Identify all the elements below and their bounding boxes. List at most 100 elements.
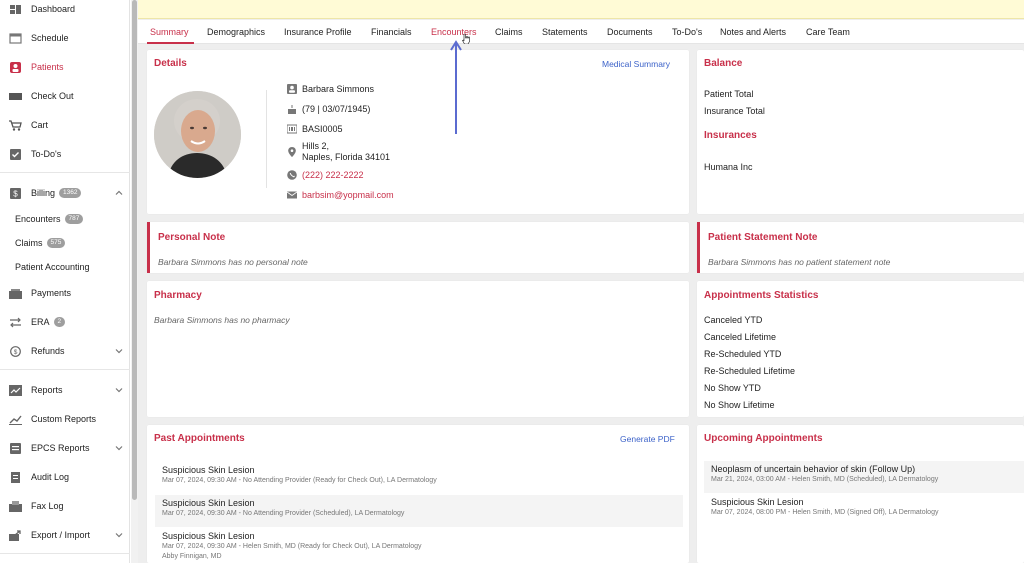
appointment-item[interactable]: Suspicious Skin Lesion Mar 07, 2024, 09:… <box>155 495 683 527</box>
active-tab-indicator <box>147 42 194 44</box>
tab-summary[interactable]: Summary <box>150 27 189 37</box>
sidebar-subitem-encounters[interactable]: Encounters 787 <box>0 209 130 229</box>
appointment-detail: Mar 07, 2024, 09:30 AM - No Attending Pr… <box>162 510 405 517</box>
tab-care-team[interactable]: Care Team <box>806 27 850 37</box>
tab-insurance-profile[interactable]: Insurance Profile <box>284 27 352 37</box>
svg-text:$: $ <box>13 189 18 198</box>
sidebar-item-audit-log[interactable]: Audit Log <box>0 466 130 488</box>
main-content: Summary Demographics Insurance Profile F… <box>138 0 1024 563</box>
sidebar-item-label: Payments <box>31 288 72 298</box>
tab-todos[interactable]: To-Do's <box>672 27 702 37</box>
insurance-total-label: Insurance Total <box>704 106 765 116</box>
sidebar-subitem-claims[interactable]: Claims 575 <box>0 233 130 253</box>
pharmacy-card: Pharmacy Barbara Simmons has no pharmacy <box>147 281 689 417</box>
dashboard-icon <box>9 4 22 15</box>
sidebar-item-label: Encounters <box>15 214 61 224</box>
tab-demographics[interactable]: Demographics <box>207 27 265 37</box>
hand-cursor-icon <box>462 34 470 44</box>
upcoming-appointments-card: Upcoming Appointments Neoplasm of uncert… <box>697 425 1024 563</box>
sidebar-item-billing[interactable]: $ Billing 1362 <box>0 182 130 204</box>
tab-statements[interactable]: Statements <box>542 27 588 37</box>
appointment-stats-card: Appointments Statistics Canceled YTD Can… <box>697 281 1024 417</box>
transfer-icon <box>9 317 22 328</box>
sidebar-item-label: Fax Log <box>31 501 64 511</box>
sidebar-item-schedule[interactable]: Schedule <box>0 27 130 49</box>
audit-icon <box>9 471 22 483</box>
appointment-item[interactable]: Neoplasm of uncertain behavior of skin (… <box>704 461 1024 493</box>
stat-row: Re-Scheduled YTD <box>704 349 782 359</box>
chevron-down-icon[interactable] <box>115 444 123 452</box>
upcoming-appointments-title: Upcoming Appointments <box>704 433 823 444</box>
appointment-title: Neoplasm of uncertain behavior of skin (… <box>711 464 916 474</box>
sidebar-item-check-out[interactable]: Check Out <box>0 85 130 107</box>
sidebar-item-label: Schedule <box>31 33 69 43</box>
sidebar-item-label: Refunds <box>31 346 65 356</box>
patient-name: Barbara Simmons <box>302 84 375 94</box>
sidebar-item-custom-reports[interactable]: Custom Reports <box>0 408 130 430</box>
appointment-title: Suspicious Skin Lesion <box>162 498 255 508</box>
sidebar-item-reports[interactable]: Reports <box>0 379 130 401</box>
patient-chart-id: BASI0005 <box>302 124 343 134</box>
divider <box>0 553 130 554</box>
details-title: Details <box>154 58 187 69</box>
count-badge: 2 <box>53 317 66 327</box>
scrollbar-thumb[interactable] <box>132 0 137 500</box>
tab-documents[interactable]: Documents <box>607 27 653 37</box>
sidebar-item-dashboard[interactable]: Dashboard <box>0 0 130 20</box>
patient-total-label: Patient Total <box>704 89 754 99</box>
sidebar-item-cart[interactable]: Cart <box>0 114 130 136</box>
chevron-down-icon[interactable] <box>115 531 123 539</box>
sidebar-item-era[interactable]: ERA 2 <box>0 311 130 333</box>
sidebar-item-fax-log[interactable]: Fax Log <box>0 495 130 517</box>
insurances-title: Insurances <box>704 130 757 141</box>
count-badge: 575 <box>46 238 66 248</box>
tab-claims[interactable]: Claims <box>495 27 523 37</box>
chevron-down-icon[interactable] <box>115 386 123 394</box>
sidebar-item-epcs-reports[interactable]: EPCS Reports <box>0 437 130 459</box>
pharmacy-title: Pharmacy <box>154 290 202 301</box>
appointment-item[interactable]: Suspicious Skin Lesion Mar 07, 2024, 08:… <box>704 494 1024 526</box>
appointment-item[interactable]: Suspicious Skin Lesion Mar 07, 2024, 09:… <box>155 462 683 494</box>
statement-note-title: Patient Statement Note <box>708 232 818 243</box>
cake-icon <box>287 104 298 114</box>
sidebar-item-label: Check Out <box>31 91 74 101</box>
patient-address-line1: Hills 2, <box>302 141 330 151</box>
pharmacy-text: Barbara Simmons has no pharmacy <box>154 315 290 325</box>
appointment-item[interactable]: Suspicious Skin Lesion Mar 07, 2024, 09:… <box>155 528 683 560</box>
sidebar-subitem-patient-accounting[interactable]: Patient Accounting <box>0 257 130 277</box>
chevron-down-icon[interactable] <box>115 347 123 355</box>
appointment-detail: Mar 07, 2024, 09:30 AM - No Attending Pr… <box>162 477 437 484</box>
chevron-up-icon[interactable] <box>115 189 123 197</box>
patient-phone[interactable]: (222) 222-2222 <box>302 170 364 180</box>
count-badge: 1362 <box>59 188 82 198</box>
sidebar-item-payments[interactable]: Payments <box>0 282 130 304</box>
epcs-icon <box>9 442 22 454</box>
trend-icon <box>9 414 22 425</box>
generate-pdf-link[interactable]: Generate PDF <box>620 434 675 444</box>
sidebar-item-label: Export / Import <box>31 530 91 540</box>
sidebar-scrollbar[interactable] <box>131 0 138 563</box>
reports-icon <box>9 384 22 396</box>
sidebar-item-todos[interactable]: To-Do's <box>0 143 130 165</box>
sidebar-item-label: Cart <box>31 120 49 130</box>
past-appointments-title: Past Appointments <box>154 433 245 444</box>
appointment-detail: Mar 21, 2024, 03:00 AM - Helen Smith, MD… <box>711 476 939 483</box>
medical-summary-link[interactable]: Medical Summary <box>602 59 670 69</box>
appointment-title: Suspicious Skin Lesion <box>162 465 255 475</box>
checkbox-icon <box>9 148 22 160</box>
patient-email[interactable]: barbsim@yopmail.com <box>302 190 394 200</box>
svg-text:$: $ <box>14 349 18 356</box>
tab-financials[interactable]: Financials <box>371 27 412 37</box>
cart-icon <box>9 119 22 131</box>
insurance-name[interactable]: Humana Inc <box>704 162 753 172</box>
tab-notes-and-alerts[interactable]: Notes and Alerts <box>720 27 786 37</box>
balance-title: Balance <box>704 58 743 69</box>
barcode-icon <box>286 124 298 134</box>
sidebar-item-export-import[interactable]: Export / Import <box>0 524 130 546</box>
statement-note-text: Barbara Simmons has no patient statement… <box>708 257 891 267</box>
patient-icon <box>9 61 22 73</box>
patient-address-line2: Naples, Florida 34101 <box>302 152 391 162</box>
sidebar-item-patients[interactable]: Patients <box>0 56 130 78</box>
divider <box>266 90 267 188</box>
sidebar-item-refunds[interactable]: $ Refunds <box>0 340 130 362</box>
